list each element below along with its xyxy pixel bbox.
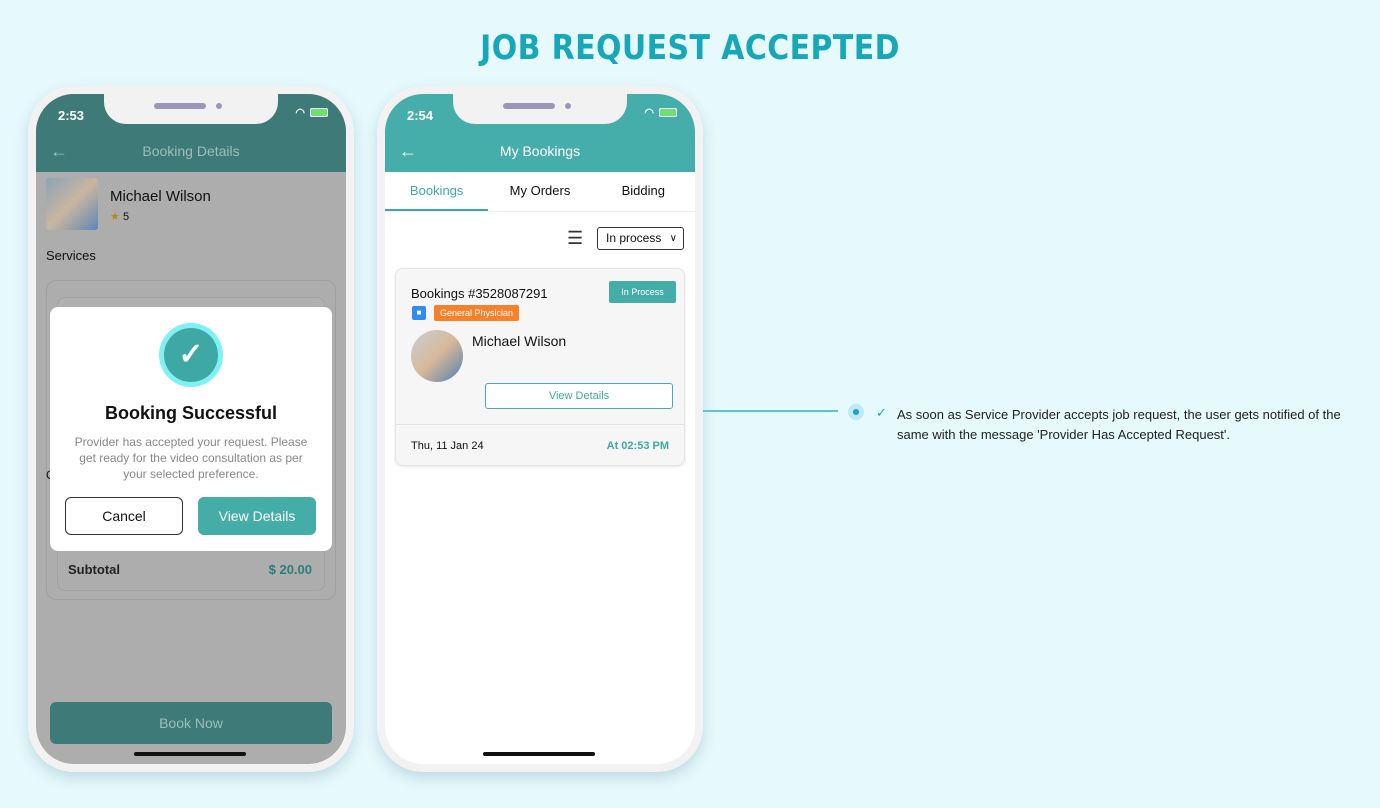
view-details-button[interactable]: View Details xyxy=(485,383,673,409)
notch xyxy=(453,94,627,124)
divider xyxy=(396,424,684,425)
tab-bookings[interactable]: Bookings xyxy=(385,172,489,211)
back-arrow-icon[interactable]: ← xyxy=(50,130,68,172)
notch xyxy=(104,94,278,124)
wifi-icon: ◠ xyxy=(295,107,305,119)
modal-title: Booking Successful xyxy=(104,403,278,423)
status-time: 2:54 xyxy=(407,108,434,123)
subtotal-label: Subtotal xyxy=(68,562,120,577)
view-details-button[interactable]: View Details xyxy=(198,497,316,535)
screen: 2:53 ◠ ← Booking Details Michael Wilson … xyxy=(36,94,346,764)
page-title: JOB REQUEST ACCEPTED xyxy=(480,28,900,68)
booking-success-modal: ✓ Booking Successful Provider has accept… xyxy=(50,307,332,551)
book-now-button[interactable]: Book Now xyxy=(50,702,332,744)
app-title: Booking Details xyxy=(142,143,240,159)
provider-avatar xyxy=(411,330,463,382)
services-label: Services xyxy=(46,248,96,263)
specialty-tag: General Physician xyxy=(434,305,520,321)
subtotal-value: $ 20.00 xyxy=(268,562,312,577)
star-icon: ★ xyxy=(110,211,120,223)
booking-card: Bookings #3528087291 In Process ■ Genera… xyxy=(395,268,685,466)
provider-avatar xyxy=(46,178,98,230)
status-badge: In Process xyxy=(609,281,676,303)
cancel-button[interactable]: Cancel xyxy=(65,497,183,535)
tab-bidding[interactable]: Bidding xyxy=(592,172,695,211)
booking-date: Thu, 11 Jan 24 xyxy=(411,440,484,452)
app-title: My Bookings xyxy=(499,143,581,159)
phone-my-bookings: 2:54 ◠ ← My Bookings Bookings My Orders … xyxy=(377,86,703,772)
app-bar: ← Booking Details xyxy=(36,130,346,172)
phone-booking-details: 2:53 ◠ ← Booking Details Michael Wilson … xyxy=(28,86,354,772)
wifi-icon: ◠ xyxy=(644,107,654,119)
filter-sliders-icon[interactable]: ☰ xyxy=(567,228,583,249)
app-bar: ← My Bookings xyxy=(385,130,695,172)
success-check-icon: ✓ xyxy=(159,323,223,387)
status-filter-select[interactable]: In process ∨ xyxy=(597,227,684,250)
battery-icon xyxy=(659,108,677,117)
status-time: 2:53 xyxy=(58,108,85,123)
connector-line xyxy=(703,410,838,412)
tab-bar: Bookings My Orders Bidding xyxy=(385,172,695,212)
provider-name: Michael Wilson xyxy=(110,188,211,205)
annotation-dot xyxy=(848,404,864,420)
provider-rating: ★ 5 xyxy=(110,211,130,223)
modal-message: Provider has accepted your request. Plea… xyxy=(74,435,308,481)
screen: 2:54 ◠ ← My Bookings Bookings My Orders … xyxy=(385,94,695,764)
annotation-text: As soon as Service Provider accepts job … xyxy=(897,407,1341,442)
chevron-down-icon: ∨ xyxy=(669,233,677,244)
booking-time: At 02:53 PM xyxy=(606,440,669,452)
home-indicator xyxy=(134,752,246,756)
provider-name: Michael Wilson xyxy=(472,333,567,349)
check-circle-icon: ✓ xyxy=(876,405,887,420)
booking-id: Bookings #3528087291 xyxy=(411,286,548,301)
home-indicator xyxy=(483,752,595,756)
tab-my-orders[interactable]: My Orders xyxy=(488,172,591,211)
back-arrow-icon[interactable]: ← xyxy=(399,130,417,172)
battery-icon xyxy=(310,108,328,117)
video-call-icon: ■ xyxy=(412,306,426,320)
